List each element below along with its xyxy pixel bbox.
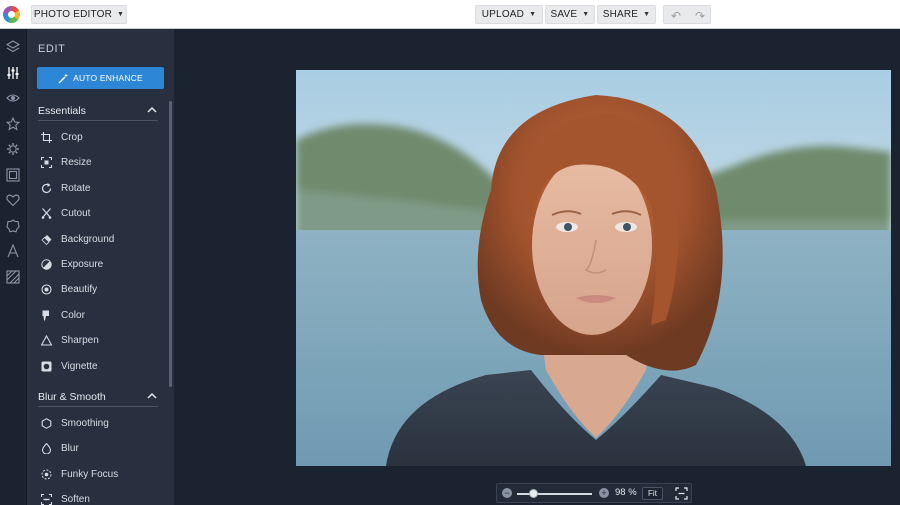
tool-rotate[interactable]: Rotate	[41, 178, 159, 198]
tool-label: Rotate	[61, 182, 91, 194]
portrait-image	[296, 70, 891, 466]
tool-background[interactable]: Background	[41, 229, 159, 249]
soften-icon	[41, 493, 52, 505]
star-icon[interactable]	[4, 115, 22, 133]
upload-label: UPLOAD	[481, 9, 525, 20]
tool-label: Funky Focus	[61, 468, 119, 480]
save-label: SAVE	[550, 9, 578, 20]
app-menu-dropdown[interactable]: PHOTO EDITOR ▼	[31, 5, 127, 24]
section-header-essentials[interactable]: Essentials	[38, 101, 158, 121]
magic-wand-icon	[58, 73, 69, 83]
fit-button[interactable]: Fit	[642, 487, 663, 500]
zoom-out-icon[interactable]: −	[502, 488, 512, 498]
undo-icon[interactable]: ↶	[664, 7, 688, 24]
target-icon	[41, 283, 52, 295]
zoom-slider-track[interactable]	[517, 493, 592, 495]
tool-beautify[interactable]: Beautify	[41, 279, 159, 299]
tool-crop[interactable]: Crop	[41, 127, 159, 147]
chevron-down-icon: ▼	[529, 11, 537, 18]
blur-drop-icon	[41, 442, 52, 454]
tool-label: Exposure	[61, 258, 104, 270]
tool-label: Beautify	[61, 283, 98, 295]
zoom-slider-thumb[interactable]	[529, 489, 539, 498]
chevron-down-icon: ▼	[643, 11, 651, 18]
scissors-icon	[41, 207, 52, 219]
zoom-level: 98 %	[615, 487, 637, 498]
chevron-down-icon: ▼	[582, 11, 590, 18]
chevron-down-icon: ▼	[117, 11, 125, 18]
top-bar: PHOTO EDITOR ▼ UPLOAD ▼ SAVE ▼ SHARE ▼ ↶…	[0, 0, 900, 29]
paint-bucket-icon	[41, 310, 52, 321]
sliders-icon[interactable]	[4, 64, 22, 82]
tool-label: Smoothing	[61, 417, 109, 429]
share-label: SHARE	[602, 9, 639, 20]
upload-button[interactable]: UPLOAD ▼	[475, 5, 543, 24]
tool-soften[interactable]: Soften	[41, 489, 159, 505]
tool-funky-focus[interactable]: Funky Focus	[41, 464, 159, 484]
canvas-area	[174, 29, 900, 505]
resize-icon	[41, 156, 52, 168]
badge-icon[interactable]	[4, 217, 22, 235]
photo-canvas[interactable]	[296, 70, 891, 466]
tool-color[interactable]: Color	[41, 305, 159, 325]
tool-resize[interactable]: Resize	[41, 152, 159, 172]
fit-label: Fit	[648, 489, 657, 498]
tool-label: Soften	[61, 493, 90, 505]
auto-enhance-button[interactable]: AUTO ENHANCE	[37, 67, 164, 89]
chevron-up-icon	[147, 106, 157, 113]
zoom-in-icon[interactable]: +	[599, 488, 609, 498]
tool-sharpen[interactable]: Sharpen	[41, 330, 159, 350]
rotate-icon	[41, 182, 52, 194]
tool-label: Cutout	[61, 207, 91, 219]
tool-label: Crop	[61, 131, 83, 143]
layers-icon[interactable]	[4, 38, 22, 56]
gear-icon[interactable]	[4, 140, 22, 158]
vignette-icon	[41, 361, 52, 372]
section-title: Essentials	[38, 104, 86, 117]
undo-redo-group: ↶ ↷	[663, 5, 711, 24]
frame-icon[interactable]	[4, 166, 22, 184]
focus-icon	[41, 469, 52, 480]
section-title: Blur & Smooth	[38, 390, 106, 403]
triangle-icon	[41, 334, 52, 346]
hexagon-icon	[41, 417, 52, 429]
tool-smoothing[interactable]: Smoothing	[41, 413, 159, 433]
auto-enhance-label: AUTO ENHANCE	[73, 73, 143, 83]
heart-icon[interactable]	[4, 191, 22, 209]
tool-blur[interactable]: Blur	[41, 438, 159, 458]
tool-label: Background	[61, 233, 115, 245]
app-menu-label: PHOTO EDITOR	[33, 9, 112, 20]
tool-cutout[interactable]: Cutout	[41, 203, 159, 223]
texture-icon[interactable]	[4, 268, 22, 286]
save-button[interactable]: SAVE ▼	[545, 5, 595, 24]
fullscreen-icon[interactable]	[675, 487, 688, 500]
panel-title: EDIT	[38, 43, 66, 55]
tool-vignette[interactable]: Vignette	[41, 356, 159, 376]
panel-scrollbar[interactable]	[169, 101, 172, 387]
section-header-blur-smooth[interactable]: Blur & Smooth	[38, 387, 158, 407]
tool-label: Color	[61, 309, 85, 321]
text-icon[interactable]	[4, 242, 22, 260]
tool-label: Blur	[61, 442, 79, 454]
crop-icon	[41, 131, 52, 143]
app-logo-icon	[3, 6, 20, 23]
edit-panel: EDIT AUTO ENHANCE Essentials Crop Resize…	[27, 29, 174, 505]
tool-label: Resize	[61, 156, 92, 168]
redo-icon[interactable]: ↷	[688, 7, 712, 24]
tool-exposure[interactable]: Exposure	[41, 254, 159, 274]
eye-icon[interactable]	[4, 89, 22, 107]
exposure-icon	[41, 258, 52, 270]
chevron-up-icon	[147, 392, 157, 399]
eraser-icon	[41, 234, 52, 245]
tool-label: Sharpen	[61, 334, 99, 346]
zoom-bar: − + 98 % Fit	[496, 483, 692, 503]
tool-category-rail	[0, 29, 27, 505]
tool-label: Vignette	[61, 360, 98, 372]
share-button[interactable]: SHARE ▼	[597, 5, 656, 24]
